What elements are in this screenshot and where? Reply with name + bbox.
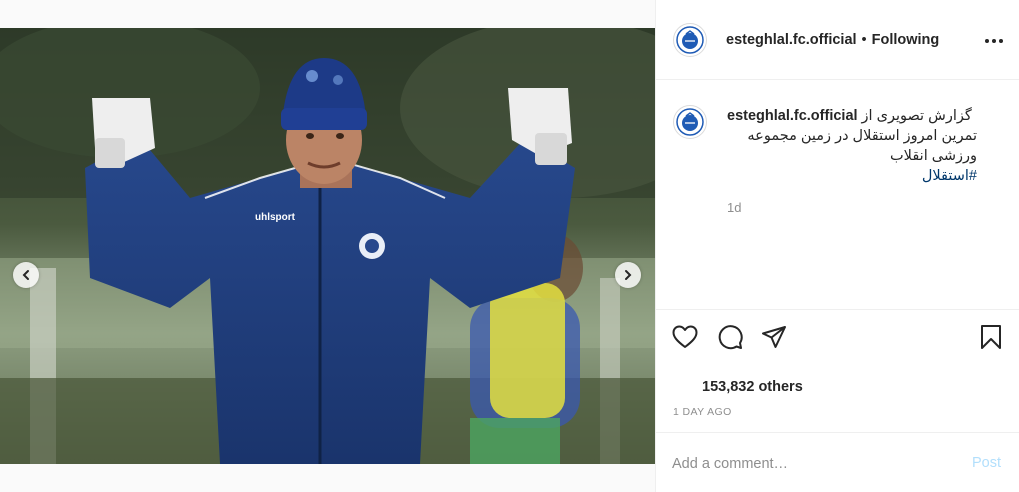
previous-photo-button[interactable] xyxy=(13,262,39,288)
comment-button[interactable] xyxy=(716,323,744,351)
chevron-left-icon xyxy=(22,270,29,280)
share-button[interactable] xyxy=(760,323,788,351)
following-button[interactable]: Following xyxy=(872,32,940,48)
likes-count[interactable]: 153,832 others xyxy=(702,379,803,395)
post-header: esteghlal.fc.official • Following xyxy=(656,0,1019,80)
chevron-right-icon xyxy=(625,270,632,280)
post-date[interactable]: 1 DAY AGO xyxy=(673,406,732,418)
hashtag-link[interactable]: #استقلال xyxy=(727,166,977,186)
caption-text-line: تمرین امروز استقلال در زمین مجموعه xyxy=(747,128,977,144)
post-comment-button[interactable]: Post xyxy=(972,455,1001,471)
comment-bar: Post xyxy=(656,432,1019,492)
svg-text:uhlsport: uhlsport xyxy=(255,212,296,223)
caption-text-line: گزارش تصویری از xyxy=(861,108,972,124)
save-button[interactable] xyxy=(977,323,1005,351)
bookmark-icon xyxy=(981,325,1001,349)
more-options-button[interactable] xyxy=(982,29,1006,53)
post-media[interactable]: uhlsport xyxy=(0,28,655,464)
post-caption: esteghlal.fc.official گزارش تصویری از تم… xyxy=(727,106,977,186)
post-actions xyxy=(656,309,1019,362)
heart-icon xyxy=(672,325,698,348)
like-button[interactable] xyxy=(671,323,699,351)
separator-dot: • xyxy=(861,32,867,48)
comment-input[interactable] xyxy=(672,454,952,474)
comment-icon xyxy=(718,325,743,350)
username-link[interactable]: esteghlal.fc.official xyxy=(726,32,857,48)
header-text: esteghlal.fc.official • Following xyxy=(726,32,939,48)
caption-avatar[interactable] xyxy=(673,105,707,139)
more-horizontal-icon xyxy=(985,39,1003,43)
post-container: uhlsport esteghlal.fc.official • Followi… xyxy=(0,0,1019,492)
caption-timestamp: 1d xyxy=(727,200,742,215)
caption-first-row: esteghlal.fc.official گزارش تصویری از xyxy=(727,106,977,126)
caption-text-line: ورزشی انقلاب xyxy=(890,148,977,164)
club-logo-icon xyxy=(676,26,704,54)
post-photo: uhlsport xyxy=(0,28,655,464)
caption-username-link[interactable]: esteghlal.fc.official xyxy=(727,106,858,126)
paper-plane-icon xyxy=(762,326,786,348)
avatar[interactable] xyxy=(673,23,707,57)
club-logo-icon xyxy=(676,108,704,136)
post-side-panel: esteghlal.fc.official • Following estegh… xyxy=(655,0,1019,492)
next-photo-button[interactable] xyxy=(615,262,641,288)
